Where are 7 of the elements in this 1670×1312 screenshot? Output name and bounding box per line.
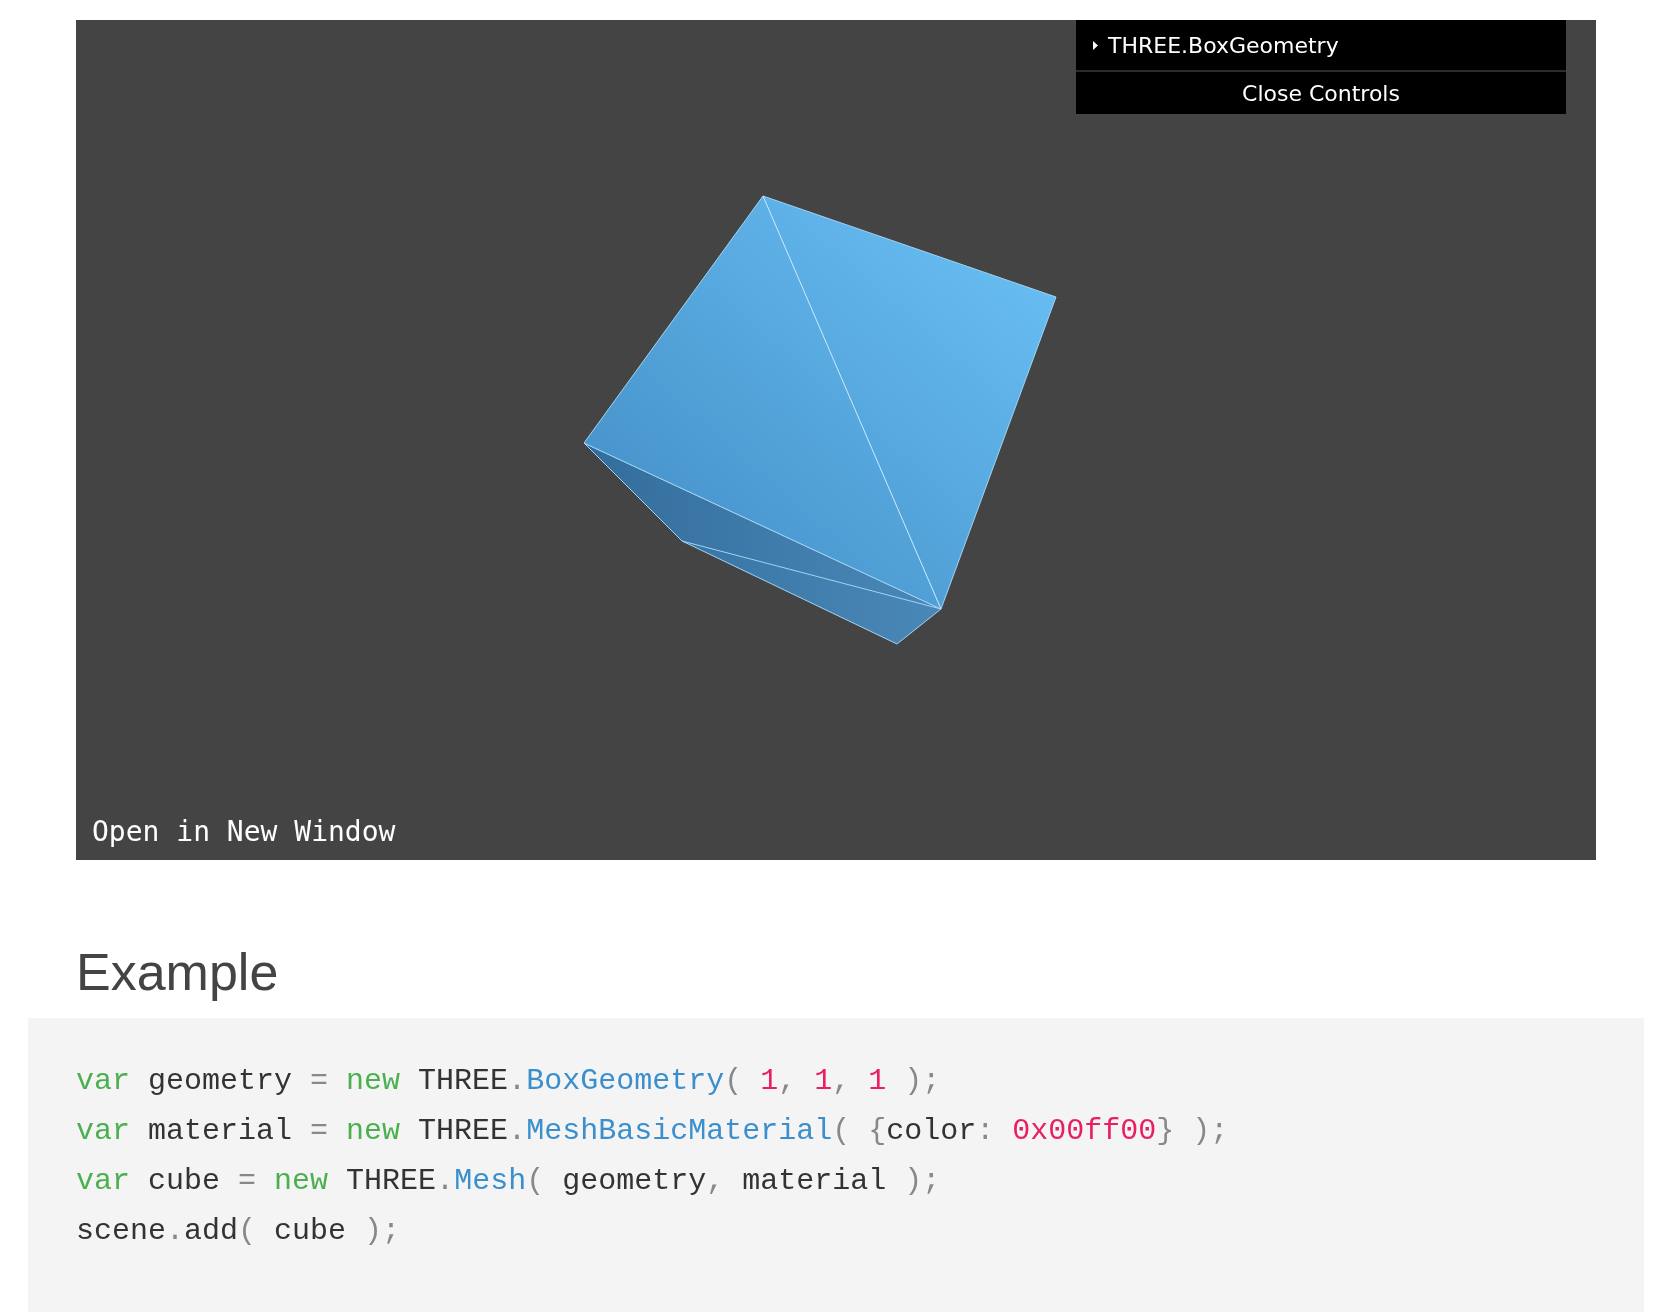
code-line: var material = new THREE.MeshBasicMaterial( {color: 0x00ff00} ); <box>76 1113 1230 1150</box>
section-heading: Example <box>76 942 280 1003</box>
code-line: var cube = new THREE.Mesh( geometry, material ); <box>76 1163 942 1200</box>
code-line: var geometry = new THREE.BoxGeometry( 1, 1, 1 ); <box>76 1063 942 1100</box>
code-line: scene.add( cube ); <box>76 1213 402 1250</box>
caret-right-icon <box>1092 40 1099 50</box>
open-window-link[interactable]: Open in New Window <box>92 815 396 848</box>
